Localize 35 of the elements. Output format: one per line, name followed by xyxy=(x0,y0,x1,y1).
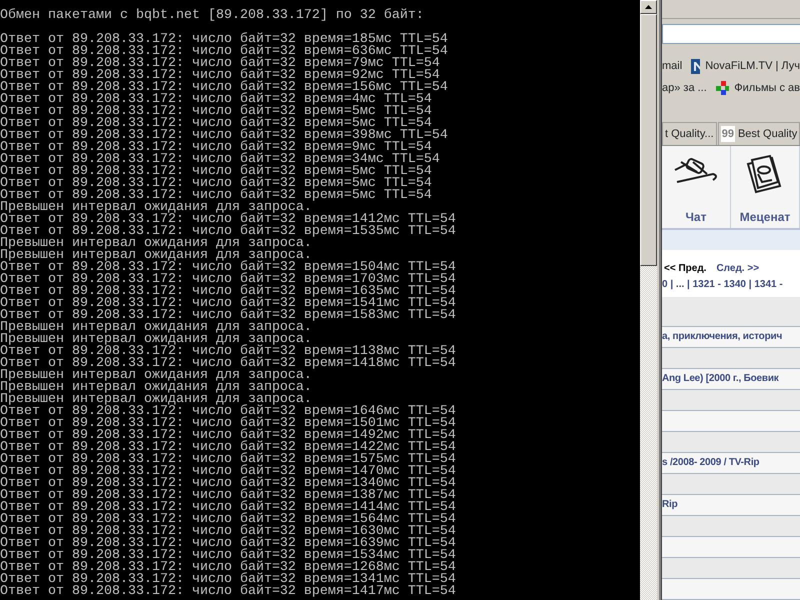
topic-link[interactable]: а, приключения, историч xyxy=(662,329,782,344)
console-line: Превышен интервал ожидания для запроса. xyxy=(0,370,312,382)
tab-title: Best Quality xyxy=(738,126,798,142)
letter-logo-icon xyxy=(691,58,700,74)
bookmark-link[interactable]: mail xyxy=(662,58,682,74)
nav-label: Чат xyxy=(686,208,706,226)
topic-link[interactable]: s /2008- 2009 / TV-Rip xyxy=(662,455,760,470)
scroll-up-button[interactable] xyxy=(640,0,657,14)
topic-link[interactable]: Rip xyxy=(662,497,678,512)
bookmark-link[interactable]: ар» за ... xyxy=(662,80,707,96)
console-line: Ответ от 89.208.33.172: число байт=32 время=1417мс TTL=54 xyxy=(0,586,456,598)
topic-link[interactable]: Ang Lee) [2000 г., Боевик xyxy=(662,371,779,386)
address-field[interactable] xyxy=(662,24,800,44)
browser-tab[interactable]: 99 Best Quality xyxy=(718,122,800,145)
page-links[interactable]: 0 | ... | 1321 - 1340 | 1341 - xyxy=(662,276,800,292)
console-line: Превышен интервал ожидания для запроса. xyxy=(0,322,312,334)
console-line: Ответ от 89.208.33.172: число байт=32 время=1583мс TTL=54 xyxy=(0,310,456,322)
prev-link[interactable]: << Пред. xyxy=(664,262,706,274)
browser-tab[interactable]: t Quality... xyxy=(662,122,717,145)
bookmark-link[interactable]: NovaFiLM.TV | Луч xyxy=(705,58,800,74)
up-arrow-icon xyxy=(645,5,652,9)
colored-squares-icon xyxy=(716,81,730,96)
nav-item[interactable]: Чат xyxy=(662,146,731,228)
console-line: Превышен интервал ожидания для запроса. xyxy=(0,382,312,394)
console-line: Превышен интервал ожидания для запроса. xyxy=(0,238,312,250)
site-icon: 99 xyxy=(720,126,735,142)
nav-item[interactable]: Меценат xyxy=(731,146,800,228)
console-line: Ответ от 89.208.33.172: число байт=32 время=1418мс TTL=54 xyxy=(0,358,456,370)
bookmark-link[interactable]: Фильмы с ав xyxy=(734,80,800,96)
nav-label: Меценат xyxy=(740,208,790,226)
scrollbar-thumb[interactable] xyxy=(640,14,657,266)
console-line: Ответ от 89.208.33.172: число байт=32 время=5мс TTL=54 xyxy=(0,190,432,202)
console-line: Обмен пакетами с bqbt.net [89.208.33.172] по 32 байт: xyxy=(0,10,424,22)
console-line: Ответ от 89.208.33.172: число байт=32 время=1535мс TTL=54 xyxy=(0,226,456,238)
next-link[interactable]: След. >> xyxy=(716,262,760,274)
